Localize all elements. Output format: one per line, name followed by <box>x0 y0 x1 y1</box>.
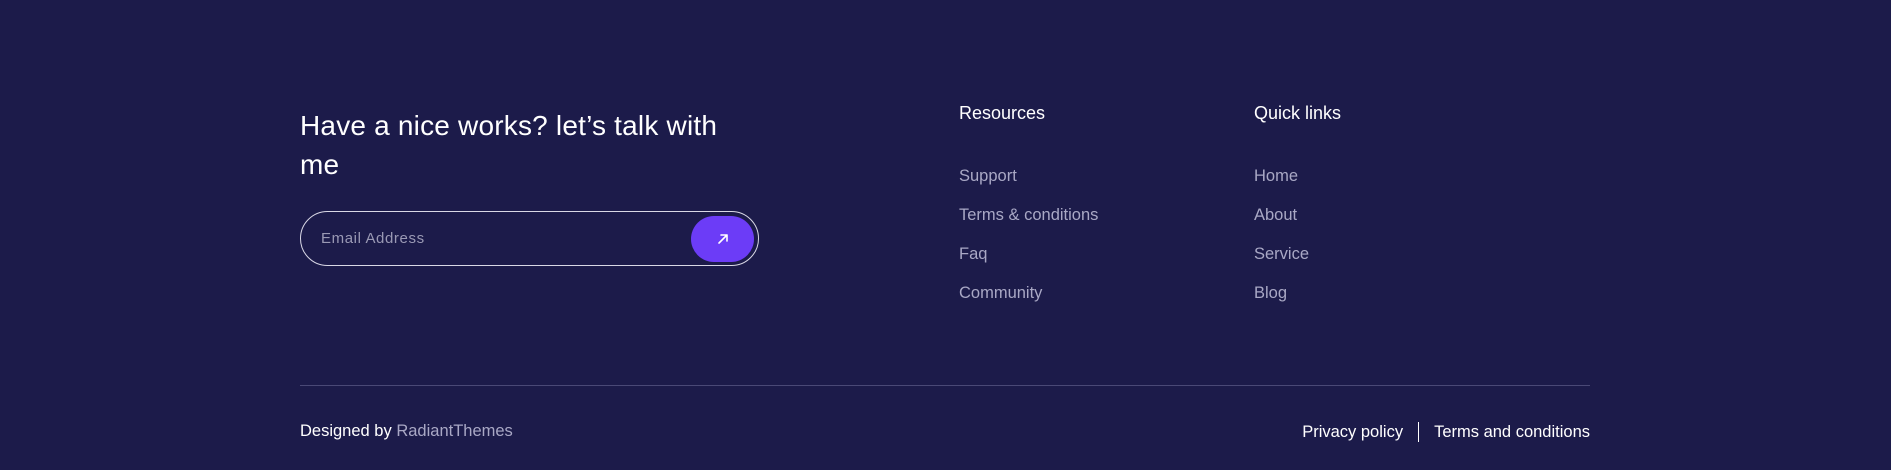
list-item: Support <box>959 167 1098 206</box>
link-support[interactable]: Support <box>959 167 1017 186</box>
list-item: About <box>1254 206 1309 245</box>
quick-links-list: Home About Service Blog <box>1254 167 1309 323</box>
newsletter-form <box>300 211 759 266</box>
link-terms-conditions[interactable]: Terms & conditions <box>959 206 1098 225</box>
cta-heading: Have a nice works? let’s talk with me <box>300 110 718 180</box>
terms-link[interactable]: Terms and conditions <box>1434 423 1590 442</box>
list-item: Faq <box>959 245 1098 284</box>
link-service[interactable]: Service <box>1254 245 1309 264</box>
legal-separator <box>1418 422 1420 442</box>
link-about[interactable]: About <box>1254 206 1297 225</box>
resources-title: Resources <box>959 103 1046 123</box>
list-item: Terms & conditions <box>959 206 1098 245</box>
site-footer: Have a nice works? let’s talk with me Re… <box>0 0 1891 470</box>
list-item: Community <box>959 284 1098 323</box>
submit-button[interactable] <box>691 215 754 262</box>
arrow-up-right-icon <box>717 233 728 244</box>
resources-list: Support Terms & conditions Faq Community <box>959 167 1098 323</box>
footer-divider <box>300 385 1590 386</box>
privacy-policy-link[interactable]: Privacy policy <box>1302 423 1403 442</box>
link-community[interactable]: Community <box>959 284 1042 303</box>
link-home[interactable]: Home <box>1254 167 1298 186</box>
designed-by-label: Designed by <box>300 422 392 440</box>
brand-link[interactable]: RadiantThemes <box>396 422 512 440</box>
quick-links-title: Quick links <box>1254 103 1342 123</box>
list-item: Blog <box>1254 284 1309 323</box>
designer-credit: Designed by RadiantThemes <box>300 422 513 441</box>
link-faq[interactable]: Faq <box>959 245 987 264</box>
list-item: Service <box>1254 245 1309 284</box>
list-item: Home <box>1254 167 1309 206</box>
legal-links: Privacy policy Terms and conditions <box>1302 422 1590 442</box>
email-input[interactable] <box>321 230 691 247</box>
link-blog[interactable]: Blog <box>1254 284 1287 303</box>
